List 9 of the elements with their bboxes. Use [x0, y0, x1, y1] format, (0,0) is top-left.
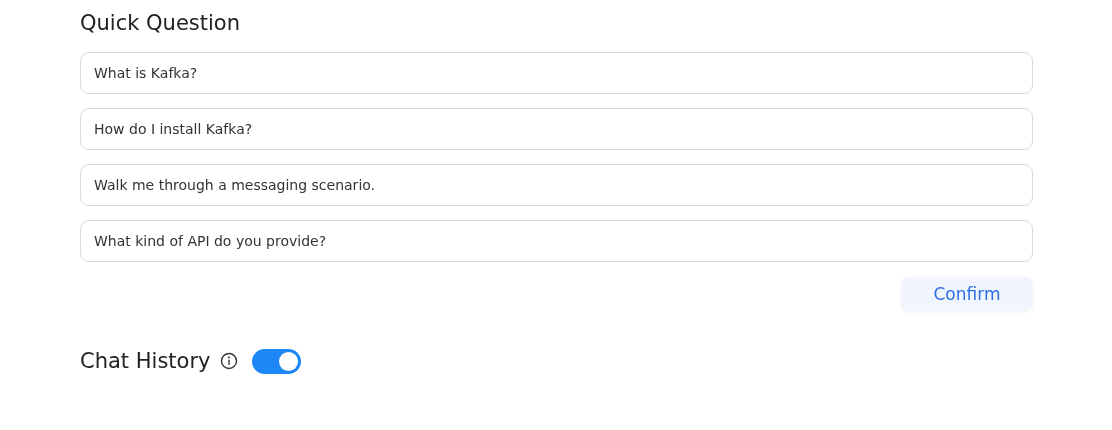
- question-field[interactable]: Walk me through a messaging scenario.: [80, 164, 1033, 206]
- question-field[interactable]: How do I install Kafka?: [80, 108, 1033, 150]
- section-title: Chat History: [80, 348, 211, 375]
- question-field[interactable]: What is Kafka?: [80, 52, 1033, 94]
- info-icon[interactable]: [220, 352, 239, 370]
- toggle-switch[interactable]: [252, 348, 302, 374]
- section-title: Quick Question: [80, 10, 240, 37]
- question-field[interactable]: What kind of API do you provide?: [80, 220, 1033, 262]
- confirm-button[interactable]: Confirm: [901, 277, 1033, 311]
